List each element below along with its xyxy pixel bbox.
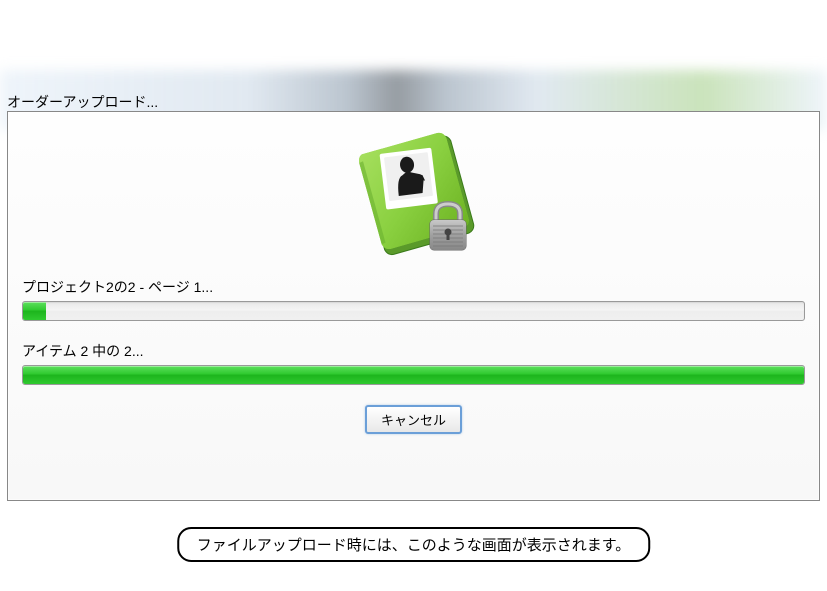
upload-dialog: プロジェクト2の2 - ページ 1... アイテム 2 中の 2... キャンセ… [7,111,820,501]
book-lock-icon [344,122,484,267]
cancel-button[interactable]: キャンセル [365,405,462,434]
progress-bar-2 [22,365,805,385]
progress-fill-2 [23,366,804,384]
progress-section-2: アイテム 2 中の 2... [8,341,819,385]
progress-section-1: プロジェクト2の2 - ページ 1... [8,277,819,321]
caption-text: ファイルアップロード時には、このような画面が表示されます。 [177,527,651,562]
dialog-title: オーダーアップロード... [7,92,158,112]
progress-label-1: プロジェクト2の2 - ページ 1... [22,277,805,297]
progress-bar-1 [22,301,805,321]
button-row: キャンセル [8,405,819,434]
icon-area [8,112,819,277]
progress-label-2: アイテム 2 中の 2... [22,341,805,361]
progress-fill-1 [23,302,46,320]
